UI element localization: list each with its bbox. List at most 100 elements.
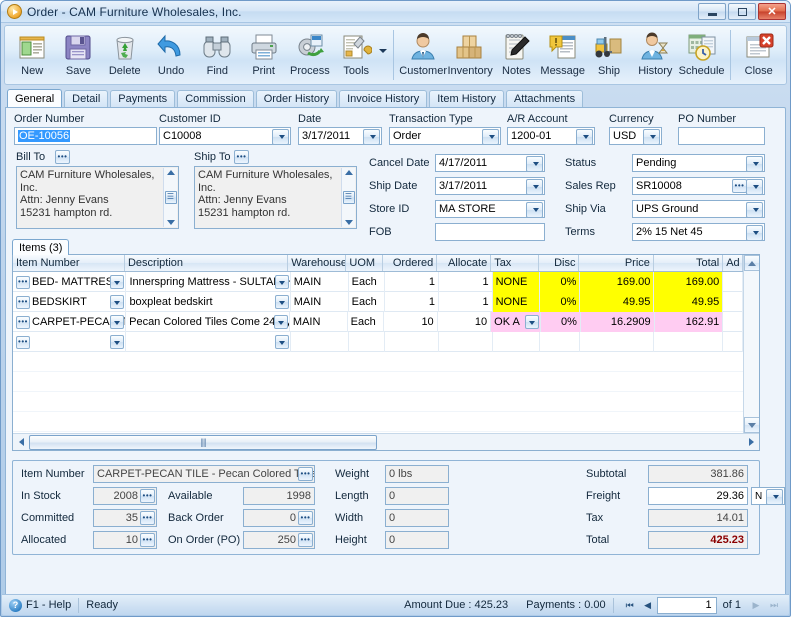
chevron-down-icon[interactable] — [110, 275, 125, 289]
grid-col-total[interactable]: Total — [654, 255, 724, 271]
scroll-up-icon[interactable] — [344, 170, 353, 175]
cell-uom[interactable]: Each — [348, 312, 385, 332]
next-record-button[interactable]: ▶ — [747, 597, 765, 613]
cell-item_number[interactable]: ••• BEDSKIRT — [13, 292, 127, 312]
grid-col-description[interactable]: Description — [125, 255, 289, 271]
sales-rep-combo[interactable]: SR10008 ••• — [632, 177, 765, 195]
cell-tax[interactable] — [493, 332, 541, 352]
grid-col-uom[interactable]: UOM — [346, 255, 384, 271]
chevron-down-icon[interactable] — [274, 275, 289, 289]
toolbar-button-close[interactable]: Close — [736, 29, 782, 83]
tab-invoice-history[interactable]: Invoice History — [339, 90, 428, 107]
cell-disc[interactable]: 0% — [540, 312, 581, 332]
ar-account-combo[interactable]: 1200-01 — [507, 127, 595, 145]
height-input[interactable]: 0 — [385, 531, 449, 549]
row-lookup-button[interactable]: ••• — [16, 335, 30, 349]
items-grid-vscrollbar[interactable] — [743, 255, 759, 433]
toolbar-button-notes[interactable]: Notes — [493, 29, 539, 83]
ship-to-scrollbar[interactable]: ☰ — [341, 168, 355, 227]
status-combo[interactable]: Pending — [632, 154, 765, 172]
transaction-type-combo[interactable]: Order — [389, 127, 501, 145]
items-grid-hscrollbar[interactable]: |||| — [13, 433, 759, 450]
items-tab[interactable]: Items (3) — [12, 239, 70, 255]
row-lookup-button[interactable]: ••• — [16, 295, 30, 309]
ship-to-lookup-button[interactable]: ••• — [234, 150, 249, 164]
scroll-down-icon[interactable] — [166, 220, 175, 225]
toolbar-button-schedule[interactable]: Schedule — [678, 29, 725, 83]
scroll-up-button[interactable] — [743, 255, 759, 271]
cell-description[interactable]: boxpleat bedskirt — [126, 292, 291, 312]
toolbar-button-ship[interactable]: Ship — [586, 29, 632, 83]
ship-to-address[interactable]: CAM Furniture Wholesales, Inc. Attn: Jen… — [194, 166, 357, 229]
tools-dropdown-caret-icon[interactable] — [379, 49, 388, 53]
cell-tax[interactable]: NONE — [492, 272, 541, 292]
cell-adj[interactable] — [723, 272, 743, 292]
toolbar-button-history[interactable]: History — [632, 29, 678, 83]
record-number-input[interactable]: 1 — [656, 596, 717, 614]
cell-total[interactable]: 49.95 — [654, 292, 724, 312]
cell-ordered[interactable] — [385, 332, 439, 352]
table-row-empty[interactable] — [13, 352, 743, 372]
chevron-down-icon[interactable] — [273, 315, 288, 329]
cell-description[interactable]: Pecan Colored Tiles Come 24 By 24 — [126, 312, 290, 332]
cell-disc[interactable]: 0% — [540, 272, 581, 292]
cell-ordered[interactable]: 10 — [384, 312, 438, 332]
store-id-combo[interactable]: MA STORE — [435, 200, 545, 218]
cell-description[interactable] — [126, 332, 291, 352]
grid-col-allocate[interactable]: Allocate — [437, 255, 492, 271]
first-record-button[interactable]: ⏮ — [621, 597, 639, 613]
width-input[interactable]: 0 — [385, 509, 449, 527]
detail-item-number-input[interactable]: CARPET-PECAN TILE - Pecan Colored Tiles … — [93, 465, 315, 483]
table-row-empty[interactable] — [13, 392, 743, 412]
table-row-empty[interactable] — [13, 412, 743, 432]
scroll-up-icon[interactable] — [166, 170, 175, 175]
cell-item_number[interactable]: ••• CARPET-PECAN TIl — [13, 312, 127, 332]
bill-to-lookup-button[interactable]: ••• — [55, 150, 70, 164]
ship-date-combo[interactable]: 3/17/2011 — [435, 177, 545, 195]
detail-item-lookup-button[interactable]: ••• — [298, 467, 313, 481]
cell-total[interactable] — [654, 332, 724, 352]
tab-attachments[interactable]: Attachments — [505, 90, 584, 107]
chevron-down-icon[interactable] — [524, 315, 539, 329]
tab-commission[interactable]: Commission — [177, 90, 254, 107]
cell-item_number[interactable]: ••• — [13, 332, 127, 352]
chevron-down-icon[interactable] — [110, 315, 125, 329]
allocated-lookup-button[interactable]: ••• — [140, 533, 155, 547]
order-number-input[interactable]: OE-10056 — [14, 127, 157, 145]
grid-col-ordered[interactable]: Ordered — [383, 255, 438, 271]
allocated-input[interactable]: 10 ••• — [93, 531, 157, 549]
chevron-down-icon[interactable] — [274, 335, 289, 349]
table-row[interactable]: ••• CARPET-PECAN TIl Pecan Colored Tiles C… — [13, 312, 743, 332]
toolbar-button-customer[interactable]: Customer — [399, 29, 447, 83]
toolbar-button-tools[interactable]: Tools — [333, 29, 379, 83]
hscroll-thumb[interactable]: |||| — [29, 434, 377, 450]
toolbar-button-message[interactable]: Message — [540, 29, 586, 83]
maximize-button[interactable] — [728, 3, 756, 20]
grid-col-warehouse[interactable]: Warehouse — [288, 255, 347, 271]
on-order-lookup-button[interactable]: ••• — [298, 533, 313, 547]
grid-col-ad[interactable]: Ad — [723, 255, 743, 271]
committed-input[interactable]: 35 ••• — [93, 509, 157, 527]
cell-price[interactable]: 16.2909 — [580, 312, 655, 332]
last-record-button[interactable]: ⏭ — [765, 597, 783, 613]
cell-ordered[interactable]: 1 — [385, 272, 439, 292]
toolbar-button-inventory[interactable]: Inventory — [447, 29, 493, 83]
cell-adj[interactable] — [723, 332, 743, 352]
tab-general[interactable]: General — [7, 89, 63, 107]
chevron-down-icon[interactable] — [110, 335, 125, 349]
scroll-down-button[interactable] — [743, 417, 759, 433]
scroll-thumb[interactable]: ☰ — [164, 191, 177, 204]
cell-allocate[interactable]: 1 — [439, 292, 493, 312]
cell-uom[interactable]: Each — [349, 292, 386, 312]
tab-detail[interactable]: Detail — [64, 90, 109, 107]
help-group[interactable]: ? F1 - Help — [9, 598, 71, 612]
cell-total[interactable]: 169.00 — [654, 272, 724, 292]
table-row[interactable]: ••• BEDSKIRT boxpleat bedskirt MAIN Each 1 1 NO… — [13, 292, 743, 312]
scroll-thumb[interactable]: ☰ — [342, 191, 355, 204]
tab-item-history[interactable]: Item History — [429, 90, 504, 107]
cell-uom[interactable] — [349, 332, 386, 352]
cell-allocate[interactable]: 1 — [439, 272, 493, 292]
cell-adj[interactable] — [723, 312, 743, 332]
toolbar-button-find[interactable]: Find — [194, 29, 240, 83]
toolbar-button-print[interactable]: Print — [240, 29, 286, 83]
